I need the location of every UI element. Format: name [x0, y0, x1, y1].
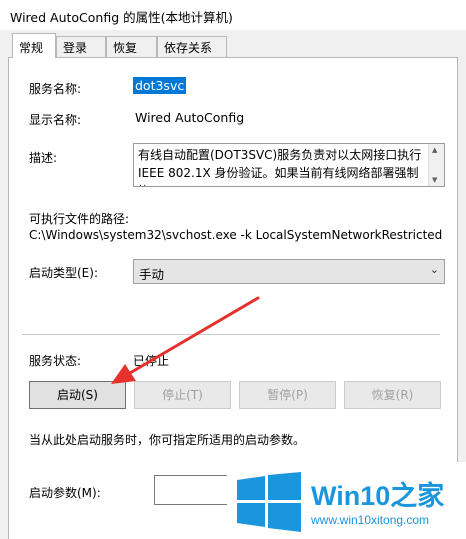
arrow-head: [111, 364, 136, 384]
arrow-shaft: [128, 296, 260, 375]
red-arrow-annotation: [111, 296, 260, 384]
tab-label: 常规: [19, 41, 44, 55]
watermark-brand: Win10之家: [311, 481, 445, 511]
watermark: Win10之家 www.win10xitong.com: [227, 462, 466, 539]
tab-general[interactable]: 常规: [12, 33, 56, 58]
windows-logo-icon: [237, 472, 301, 532]
watermark-url: www.win10xitong.com: [311, 513, 430, 527]
